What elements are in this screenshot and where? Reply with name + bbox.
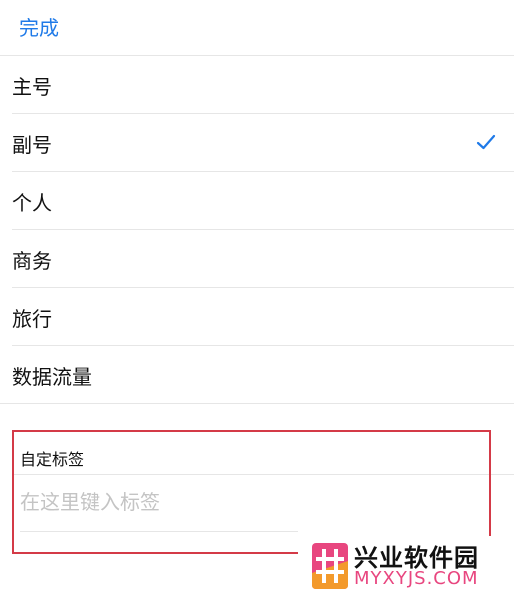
label-option-text: 数据流量 <box>12 365 92 389</box>
custom-label-title: 自定标签 <box>20 450 85 469</box>
label-option-text: 个人 <box>12 191 52 215</box>
watermark: 兴业软件园 MYXYJS.COM <box>298 536 514 601</box>
label-picker-screen: 完成 主号 副号 个人 商务 旅行 数据流量 自定标签 在这里键入标签 兴业软件… <box>0 0 514 601</box>
label-option-text: 副号 <box>12 133 52 157</box>
label-options-list: 主号 副号 个人 商务 旅行 数据流量 <box>0 56 514 404</box>
divider <box>14 474 514 475</box>
label-option-secondary[interactable]: 副号 <box>0 114 514 172</box>
label-option-text: 主号 <box>12 75 52 99</box>
top-bar: 完成 <box>0 0 514 56</box>
label-option-travel[interactable]: 旅行 <box>0 288 514 346</box>
custom-label-input[interactable] <box>20 486 460 518</box>
label-option-data[interactable]: 数据流量 <box>0 346 514 404</box>
label-option-text: 商务 <box>12 249 52 273</box>
watermark-url: MYXYJS.COM <box>354 568 479 589</box>
label-option-main[interactable]: 主号 <box>0 56 514 114</box>
label-option-personal[interactable]: 个人 <box>0 172 514 230</box>
divider <box>20 531 298 532</box>
checkmark-icon <box>476 134 496 150</box>
label-option-text: 旅行 <box>12 307 52 331</box>
site-logo-icon <box>312 543 348 589</box>
done-button[interactable]: 完成 <box>19 12 59 41</box>
label-option-business[interactable]: 商务 <box>0 230 514 288</box>
